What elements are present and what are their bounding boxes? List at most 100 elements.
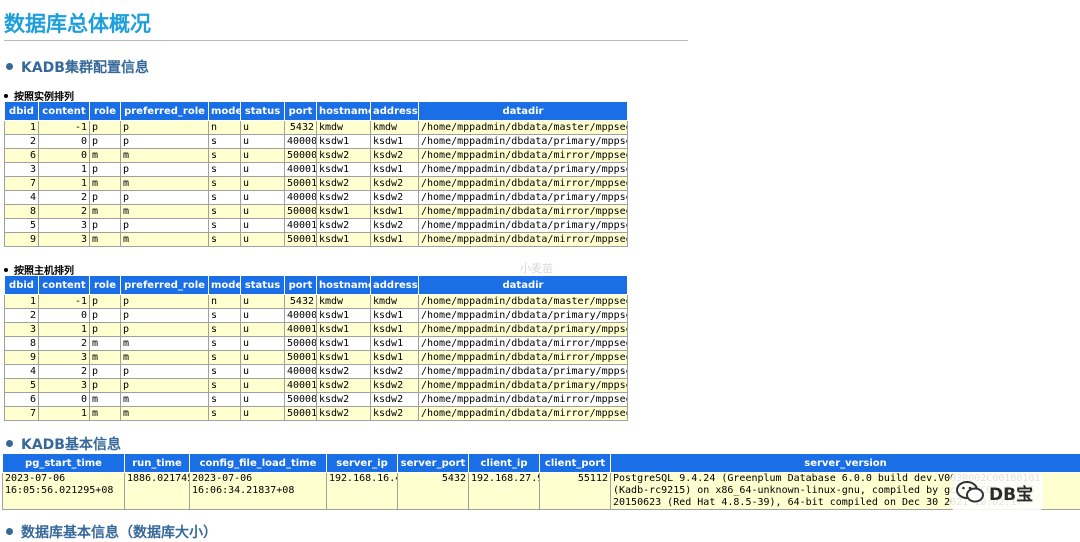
table-row: 31ppsu40001ksdw1ksdw1/home/mppadmin/dbda…	[5, 323, 628, 337]
section-heading-dbinfo: 数据库基本信息（数据库大小）	[6, 522, 217, 542]
table-cell: 2	[5, 135, 39, 149]
table-cell: 1	[39, 323, 90, 337]
table-cell: 50000	[285, 149, 317, 163]
table-cell: 1	[5, 121, 39, 135]
table-cell: s	[209, 205, 241, 219]
logo-badge: DB宝	[951, 473, 1043, 511]
table-cell: p	[121, 309, 209, 323]
table-cell: /home/mppadmin/dbdata/mirror/mppseg1	[419, 407, 628, 421]
bullet-icon	[6, 63, 13, 70]
table-cell: s	[209, 163, 241, 177]
table-cell: 2	[39, 191, 90, 205]
table-cell: s	[209, 323, 241, 337]
table-cell: u	[241, 163, 285, 177]
table-cell: p	[121, 121, 209, 135]
table-cell: 50001	[285, 351, 317, 365]
table-cell: p	[90, 323, 121, 337]
section-heading-dbinfo-text: 数据库基本信息（数据库大小）	[21, 525, 217, 541]
table-cell: ksdw1	[317, 351, 371, 365]
table-cell: m	[90, 393, 121, 407]
table-row: 82mmsu50000ksdw1ksdw1/home/mppadmin/dbda…	[5, 205, 628, 219]
table-cell: s	[209, 309, 241, 323]
table-cell: u	[241, 177, 285, 191]
table-cell: 0	[39, 135, 90, 149]
column-header-dbid: dbid	[5, 102, 39, 121]
table-cell: m	[121, 337, 209, 351]
table-cell: p	[121, 219, 209, 233]
table-cell: m	[121, 233, 209, 247]
table-cell: kmdw	[317, 121, 371, 135]
column-header-server-version: server_version	[611, 454, 1080, 473]
table-cell: p	[90, 365, 121, 379]
table-cell: p	[90, 135, 121, 149]
table-cell: 9	[5, 351, 39, 365]
table-cell: p	[90, 121, 121, 135]
table-row: 42ppsu40000ksdw2ksdw2/home/mppadmin/dbda…	[5, 191, 628, 205]
logo-text: DB宝	[989, 480, 1033, 505]
table-cell: 40000	[285, 309, 317, 323]
bullet-icon	[4, 94, 8, 98]
table-cell: 40000	[285, 191, 317, 205]
table-cell: 1	[39, 163, 90, 177]
cluster-by-host-table: dbidcontentrolepreferred_rolemodestatusp…	[4, 275, 628, 421]
column-header-role: role	[90, 102, 121, 121]
table-row: 82mmsu50000ksdw1ksdw1/home/mppadmin/dbda…	[5, 337, 628, 351]
table-cell: p	[90, 191, 121, 205]
column-header-server-port: server_port	[398, 454, 469, 473]
table-cell: 1	[5, 295, 39, 309]
column-header-run-time: run_time	[125, 454, 190, 473]
basic-info-table: pg_start_timerun_timeconfig_file_load_ti…	[2, 453, 1080, 510]
column-header-content: content	[39, 276, 90, 295]
table-cell: /home/mppadmin/dbdata/master/mppseg-1	[419, 121, 628, 135]
table-row: 2023-07-06 16:05:56.021295+081886.021745…	[3, 473, 1080, 510]
table-cell: u	[241, 323, 285, 337]
column-header-datadir: datadir	[419, 276, 628, 295]
table-cell: u	[241, 205, 285, 219]
table-cell: ksdw1	[317, 233, 371, 247]
table-cell: 1	[39, 177, 90, 191]
table-cell: 2	[39, 365, 90, 379]
table-cell: p	[90, 309, 121, 323]
table-cell: /home/mppadmin/dbdata/master/mppseg-1	[419, 295, 628, 309]
table-cell: u	[241, 233, 285, 247]
table-cell: ksdw2	[371, 191, 419, 205]
table-cell: p	[90, 379, 121, 393]
table-cell: ksdw2	[317, 365, 371, 379]
column-header-pg-start-time: pg_start_time	[3, 454, 125, 473]
table-cell: /home/mppadmin/dbdata/primary/mppseg3	[419, 379, 628, 393]
table-cell: m	[121, 149, 209, 163]
table-cell: u	[241, 135, 285, 149]
table-cell: 0	[39, 309, 90, 323]
table-cell: ksdw1	[371, 323, 419, 337]
column-header-mode: mode	[209, 102, 241, 121]
table-cell: s	[209, 149, 241, 163]
table-cell: 1886.021745	[125, 473, 190, 510]
table-cell: 5	[5, 379, 39, 393]
table-cell: ksdw2	[371, 393, 419, 407]
table-cell: p	[121, 163, 209, 177]
table-cell: 2	[5, 309, 39, 323]
table-cell: p	[90, 295, 121, 309]
table-row: 93mmsu50001ksdw1ksdw1/home/mppadmin/dbda…	[5, 233, 628, 247]
table-cell: 5432	[285, 295, 317, 309]
column-header-client-port: client_port	[540, 454, 611, 473]
table-cell: s	[209, 365, 241, 379]
table-cell: kmdw	[317, 295, 371, 309]
table-cell: 50001	[285, 177, 317, 191]
table-cell: /home/mppadmin/dbdata/mirror/mppseg2	[419, 205, 628, 219]
table-cell: ksdw2	[371, 365, 419, 379]
column-header-preferred-role: preferred_role	[121, 102, 209, 121]
table-cell: ksdw2	[317, 407, 371, 421]
table-cell: ksdw1	[317, 135, 371, 149]
column-header-hostname: hostname	[317, 276, 371, 295]
table-cell: /home/mppadmin/dbdata/primary/mppseg3	[419, 219, 628, 233]
table-cell: 2	[39, 337, 90, 351]
table-cell: ksdw1	[371, 163, 419, 177]
column-header-port: port	[285, 102, 317, 121]
table-cell: ksdw2	[371, 407, 419, 421]
column-header-content: content	[39, 102, 90, 121]
column-header-preferred-role: preferred_role	[121, 276, 209, 295]
table-cell: 4	[5, 191, 39, 205]
table-cell: ksdw1	[371, 135, 419, 149]
table-cell: /home/mppadmin/dbdata/primary/mppseg1	[419, 163, 628, 177]
